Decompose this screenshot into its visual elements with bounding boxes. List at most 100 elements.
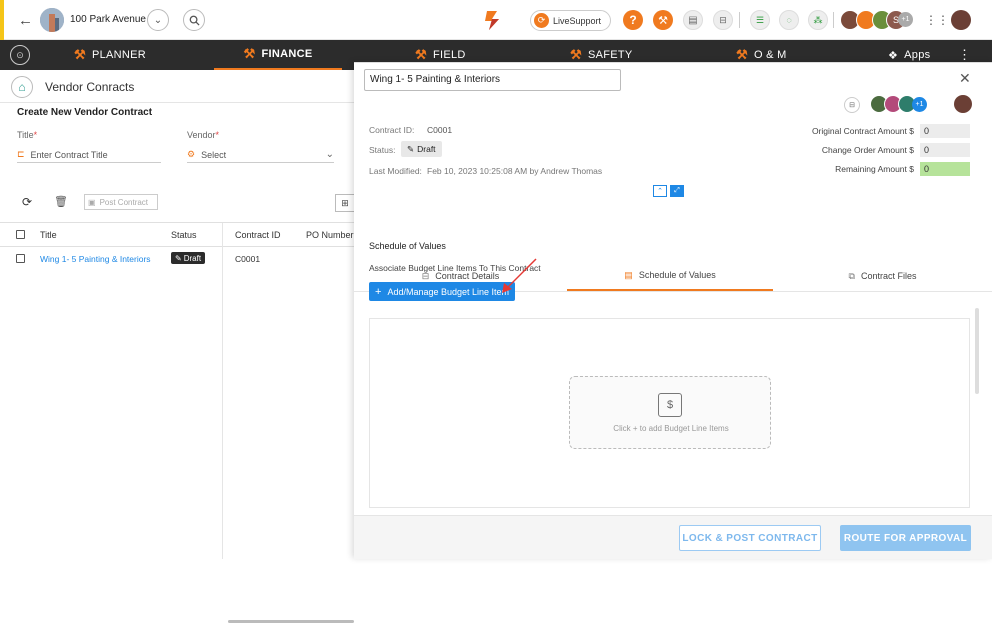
status-badge: ✎ Draft [171,252,206,264]
post-contract-button[interactable]: ▣ Post Contract [84,194,158,210]
home-icon[interactable]: ⌂ [11,76,33,98]
original-amount-label: Original Contract Amount $ [811,126,914,136]
tab-contract-files[interactable]: ⧉ Contract Files [773,261,992,291]
route-for-approval-button[interactable]: ROUTE FOR APPROVAL [840,525,971,551]
divider [833,12,834,28]
row-contract-id: C0001 [235,254,261,264]
clipboard-icon[interactable]: ▤ [683,10,703,30]
close-icon[interactable]: ✕ [959,70,971,87]
vendor-icon: ⚙ [187,149,196,159]
team-icon[interactable]: ⁂ [808,10,828,30]
export-icon[interactable]: ⊟ [844,97,860,113]
more-avatars-badge[interactable]: +1 [912,97,927,112]
export-icon[interactable]: ⊞ [335,194,355,212]
help-icon[interactable]: ? [623,10,643,30]
app-logo [481,8,505,32]
row-title-link[interactable]: Wing 1- 5 Painting & Interiors [40,254,151,264]
vendor-select[interactable]: ⚙ Select ⌄ [187,147,334,163]
planner-icon: ⚒ [74,47,86,62]
project-dropdown-button[interactable]: ⌄ [147,9,169,31]
chevron-down-icon: ⌄ [153,14,163,26]
finance-icon: ⚒ [243,46,256,61]
back-arrow-icon[interactable]: ← [18,12,33,29]
budget-icon: $ [658,393,682,417]
contract-id-value: C0001 [427,125,453,135]
change-order-label: Change Order Amount $ [821,145,914,155]
column-status[interactable]: Status [171,230,197,240]
chevron-down-icon: ⌄ [325,149,334,160]
document-icon: ⊏ [17,149,25,159]
accent-strip [0,0,4,40]
title-label: Title* [17,130,38,140]
vendor-select-value: Select [201,149,227,160]
column-contract-id[interactable]: Contract ID [235,230,281,240]
remaining-amount-value: 0 [920,162,970,176]
more-avatars-badge[interactable]: +1 [898,12,913,27]
project-avatar[interactable] [40,8,64,32]
contract-id-label: Contract ID: [369,125,415,135]
apps-icon: ❖ [888,49,899,62]
post-icon: ▣ [88,197,96,207]
title-placeholder: Enter Contract Title [30,149,108,160]
checklist-icon[interactable]: ☰ [750,10,770,30]
last-modified-label: Last Modified: [369,166,422,176]
livesupport-button[interactable]: ⟳ LiveSupport [530,10,611,31]
table-header: Title Status Contract ID PO Number [0,223,354,247]
chat-icon[interactable]: ◌ [779,10,799,30]
status-badge: ✎ Draft [401,141,442,157]
original-amount-value: 0 [920,124,970,138]
contract-detail-drawer: Wing 1- 5 Painting & Interiors ✕ ⊟ +1 Co… [354,62,992,559]
report-icon[interactable]: ⊟ [713,10,733,30]
livesupport-icon: ⟳ [534,13,549,28]
search-icon [189,15,200,26]
column-title[interactable]: Title [40,230,57,240]
project-name[interactable]: 100 Park Avenue [70,14,146,25]
pin-toggle[interactable]: ⤢ [670,185,684,197]
draft-icon: ✎ [175,253,182,263]
divider [0,102,354,103]
vendor-label: Vendor* [187,130,220,140]
search-button[interactable] [183,9,205,31]
title-input[interactable]: ⊏ Enter Contract Title [17,147,161,163]
livesupport-label: LiveSupport [553,15,602,26]
hammer-icon[interactable]: ⚒ [653,10,673,30]
om-icon: ⚒ [736,47,748,62]
add-budget-line-button[interactable]: + Add/Manage Budget Line Item [369,282,516,301]
files-icon: ⧉ [848,270,855,281]
last-modified-value: Feb 10, 2023 10:25:08 AM by Andrew Thoma… [427,166,603,176]
field-icon: ⚒ [415,47,427,62]
column-divider [222,223,223,559]
contracts-table: Title Status Contract ID PO Number Wing … [0,222,354,623]
lock-post-contract-button[interactable]: LOCK & POST CONTRACT [679,525,821,551]
page-title: Vendor Conracts [45,80,135,94]
top-bar: ← 100 Park Avenue ⌄ ⟳ LiveSupport ? ⚒ ▤ … [0,0,992,40]
select-all-checkbox[interactable] [16,230,25,239]
column-po-number[interactable]: PO Number [306,230,354,240]
nav-planner[interactable]: ⚒ PLANNER [74,40,146,70]
nav-finance[interactable]: ⚒ FINANCE [214,40,342,70]
profile-avatar[interactable] [951,10,971,30]
status-label: Status: [369,145,396,155]
home-toggle-icon[interactable]: ⊙ [10,45,30,65]
empty-state-text: Click + to add Budget Line Items [613,424,729,433]
delete-icon[interactable]: 🗑 [54,195,68,208]
row-checkbox[interactable] [16,254,25,263]
schedule-icon: ▤ [624,269,633,280]
collapse-toggle[interactable]: ⌃ [653,185,667,197]
sov-heading: Schedule of Values [369,241,446,251]
divider [739,12,740,28]
table-row[interactable]: Wing 1- 5 Painting & Interiors ✎ Draft C0… [0,248,354,270]
annotation-arrow [502,258,537,293]
safety-icon: ⚒ [570,47,582,62]
create-form-title: Create New Vendor Contract [17,107,153,118]
refresh-icon[interactable]: ⟳ [22,195,32,209]
draft-icon: ✎ [407,143,415,154]
vertical-scrollbar[interactable] [975,308,979,394]
contract-title-input[interactable]: Wing 1- 5 Painting & Interiors [364,69,621,91]
owner-avatar[interactable] [954,95,972,113]
vendor-contracts-panel: ⌂ Vendor Conracts Create New Vendor Cont… [0,70,355,623]
plus-icon: + [375,285,382,298]
empty-state-dropzone[interactable]: $ Click + to add Budget Line Items [569,376,771,449]
remaining-amount-label: Remaining Amount $ [835,164,914,174]
tab-schedule-of-values[interactable]: ▤ Schedule of Values [567,261,773,291]
